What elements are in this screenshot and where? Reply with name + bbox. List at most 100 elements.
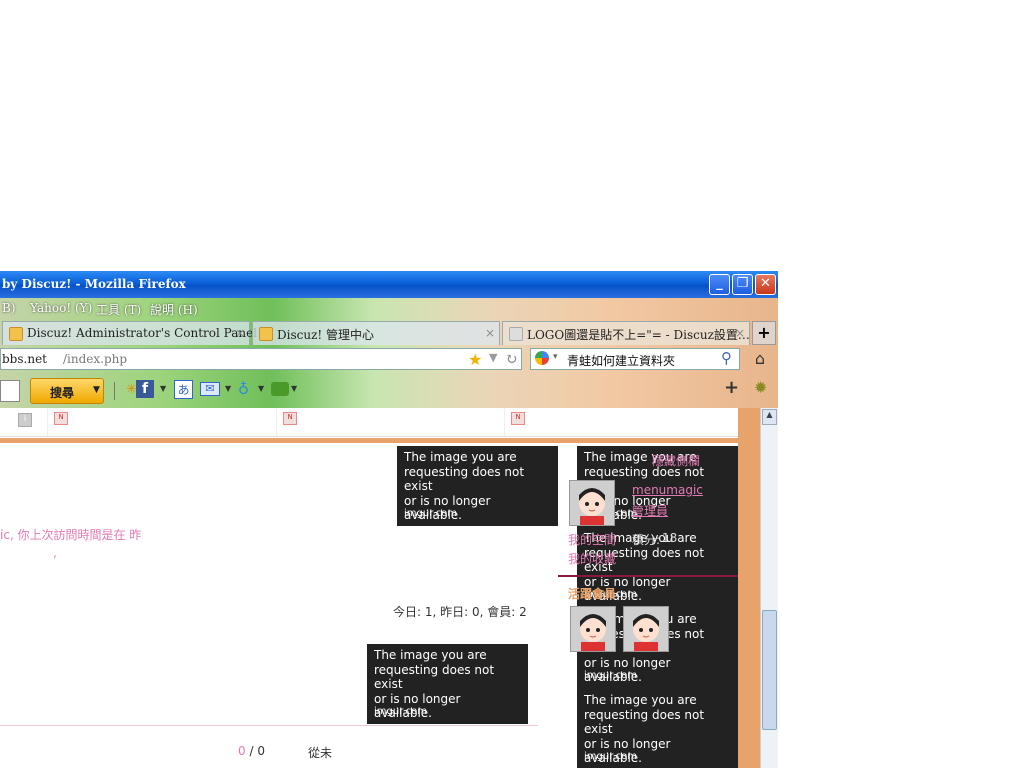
points-value: 18 xyxy=(662,531,678,545)
avatar[interactable] xyxy=(569,480,615,526)
tab-label: LOGO圖還是貼不上="= - Discuz設置… xyxy=(527,328,750,342)
new-post-icon[interactable]: N xyxy=(54,412,68,425)
active-members-heading: 活躍會員 xyxy=(568,587,617,601)
comma-text: , xyxy=(53,546,57,560)
reload-icon[interactable]: ↻ xyxy=(505,350,518,368)
last-visit-text: ic, 你上次訪問時間是在 昨 xyxy=(0,528,142,542)
hide-sidebar-link[interactable]: 隱藏側欄 xyxy=(652,452,700,469)
tab-admin-control-panel[interactable]: Discuz! Administrator's Control Panel × xyxy=(2,321,257,345)
avatar[interactable] xyxy=(570,606,616,652)
tab-logo-thread[interactable]: LOGO圖還是貼不上="= - Discuz設置… × xyxy=(502,321,750,345)
frog-icon[interactable] xyxy=(271,382,289,396)
search-input[interactable]: 青蛙如何建立資料夾 xyxy=(567,352,675,369)
tab-label: Discuz! Administrator's Control Panel xyxy=(27,326,258,340)
notice-line: requesting does not exist xyxy=(374,662,495,692)
chevron-down-icon[interactable]: ▼ xyxy=(225,384,231,393)
new-post-icon[interactable]: N xyxy=(283,412,297,425)
firefox-window: by Discuz! - Mozilla Firefox _ ❐ ✕ B) Ya… xyxy=(0,271,778,768)
toolbar-search-input[interactable] xyxy=(0,380,20,402)
notice-footer: imgur.com xyxy=(404,508,457,519)
new-post-icon[interactable]: N xyxy=(511,412,525,425)
tab-close-icon[interactable]: × xyxy=(485,326,495,340)
window-title: by Discuz! - Mozilla Firefox xyxy=(2,277,186,291)
username-link[interactable]: menumagic xyxy=(632,483,703,497)
image-unavailable-placeholder: The image you are requesting does not ex… xyxy=(367,644,528,724)
new-tab-button[interactable]: + xyxy=(752,321,776,345)
sparkle-icon[interactable]: ✳ xyxy=(126,382,137,398)
chevron-down-icon[interactable]: ▼ xyxy=(291,384,297,393)
bookmark-star-icon[interactable]: ★ xyxy=(468,350,482,369)
toolbar-search-button[interactable]: 搜尋 ▼ xyxy=(30,378,104,404)
url-bar[interactable]: bbs.net /index.php ★ ▼ ↻ xyxy=(0,348,522,370)
notice-footer: imgur.com xyxy=(374,706,427,717)
tab-favicon-icon xyxy=(259,327,273,341)
count-separator: / xyxy=(245,744,258,758)
mail-icon[interactable]: ✉ xyxy=(200,382,220,396)
orange-page-border xyxy=(738,408,760,768)
tab-close-icon[interactable]: × xyxy=(735,326,745,340)
restore-button[interactable]: ❐ xyxy=(732,274,753,295)
menu-item-bookmarks[interactable]: B) xyxy=(2,301,16,315)
engine-dropdown-icon[interactable]: ▾ xyxy=(553,352,558,362)
facebook-icon[interactable]: f xyxy=(136,380,154,398)
info-icon[interactable]: i xyxy=(18,413,32,427)
balloon-icon[interactable]: ♁ xyxy=(238,380,256,398)
my-space-link[interactable]: 我的空間 xyxy=(568,531,616,548)
last-post-never: 從未 xyxy=(308,746,333,760)
menu-item-help[interactable]: 說明 (H) xyxy=(150,301,198,318)
browser-chrome: B) Yahoo! (Y) 工具 (T) 說明 (H) Discuz! Admi… xyxy=(0,298,778,408)
sidebar-divider xyxy=(558,575,738,577)
menu-bar: B) Yahoo! (Y) 工具 (T) 說明 (H) xyxy=(0,298,778,320)
orange-divider xyxy=(0,438,738,443)
translate-icon[interactable]: あ xyxy=(174,380,193,399)
add-icon[interactable]: + xyxy=(724,377,739,398)
toolbar-search-button-label: 搜尋 xyxy=(50,386,75,400)
tab-label: Discuz! 管理中心 xyxy=(277,328,375,342)
search-magnifier-icon[interactable]: ⚲ xyxy=(721,349,732,367)
avatar-face-icon xyxy=(624,607,668,651)
url-path: /index.php xyxy=(63,352,128,366)
scroll-up-arrow-icon[interactable]: ▲ xyxy=(762,409,777,425)
chevron-down-icon: ▼ xyxy=(93,385,100,395)
notice-line: The image you are xyxy=(404,450,517,464)
toolbar-divider xyxy=(114,382,115,400)
minimize-button[interactable]: _ xyxy=(709,274,730,295)
menu-item-tools[interactable]: 工具 (T) xyxy=(96,301,141,318)
close-button[interactable]: ✕ xyxy=(755,274,776,295)
tab-favicon-icon xyxy=(9,327,23,341)
addon-toolbar: 搜尋 ▼ ✳ f ▼ あ ✉ ▼ ♁ ▼ ▼ + ✹ xyxy=(0,376,778,404)
scrollbar-thumb[interactable] xyxy=(762,610,777,730)
chevron-down-icon[interactable]: ▼ xyxy=(258,384,264,393)
post-count: 0 xyxy=(257,744,265,758)
thread-post-counts: 0 / 0 xyxy=(238,744,265,758)
points-label: 積分: xyxy=(632,533,661,547)
user-role: 管理員 xyxy=(632,504,669,518)
notice-line: requesting does not exist xyxy=(404,464,525,494)
home-icon[interactable]: ⌂ xyxy=(748,348,772,370)
my-favorites-link[interactable]: 我的收藏 xyxy=(568,550,616,567)
notice-line: requesting does not exist xyxy=(584,707,705,737)
divider xyxy=(504,408,505,436)
url-host: bbs.net xyxy=(2,352,47,366)
tab-management-center[interactable]: Discuz! 管理中心 × xyxy=(252,321,500,345)
dropdown-arrow-icon[interactable]: ▼ xyxy=(489,351,497,364)
tab-favicon-icon xyxy=(509,327,523,341)
search-box[interactable]: ▾ 青蛙如何建立資料夾 ⚲ xyxy=(530,348,740,370)
avatar[interactable] xyxy=(623,606,669,652)
gear-icon[interactable]: ✹ xyxy=(754,378,767,397)
vertical-scrollbar[interactable]: ▲ xyxy=(760,408,778,768)
google-engine-icon[interactable] xyxy=(535,351,549,365)
tab-close-icon[interactable]: × xyxy=(235,326,245,340)
forum-icon-row: i N N N xyxy=(0,408,738,437)
image-unavailable-placeholder: The image you are requesting does not ex… xyxy=(397,446,558,526)
chevron-down-icon[interactable]: ▼ xyxy=(160,384,166,393)
divider xyxy=(47,408,48,436)
notice-footer: imgur.com xyxy=(584,670,637,681)
notice-footer: imgur.com xyxy=(584,751,637,762)
row-divider xyxy=(0,725,538,726)
image-unavailable-placeholder: The image you are requesting does not ex… xyxy=(577,689,738,768)
page-content: i N N N ic, 你上次訪問時間是在 昨 , 今日: 1, 昨日: 0, … xyxy=(0,408,738,768)
forum-stats: 今日: 1, 昨日: 0, 會員: 2 xyxy=(393,605,527,619)
avatar-face-icon xyxy=(570,481,614,525)
menu-item-yahoo[interactable]: Yahoo! (Y) xyxy=(30,301,92,315)
